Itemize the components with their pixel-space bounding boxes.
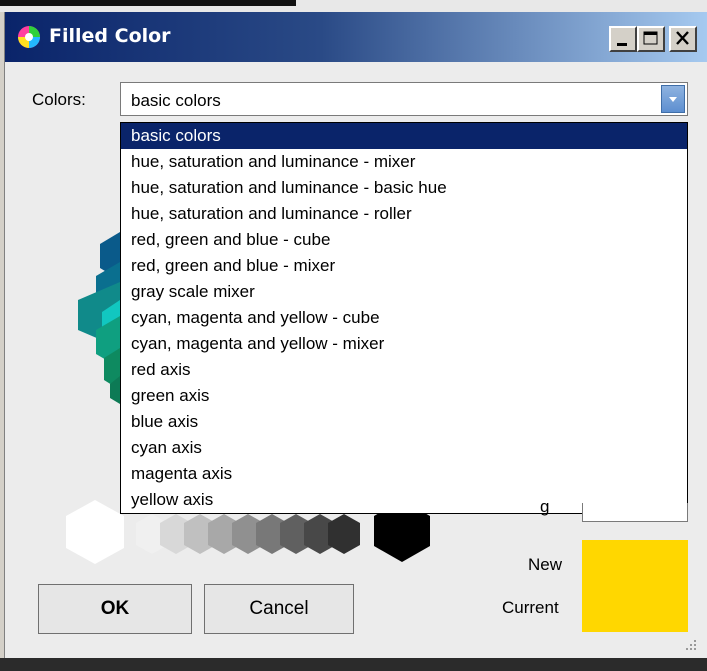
dropdown-option[interactable]: cyan, magenta and yellow - mixer xyxy=(121,331,687,357)
bottom-strip xyxy=(0,658,707,671)
dropdown-option[interactable]: hue, saturation and luminance - roller xyxy=(121,201,687,227)
cancel-button[interactable]: Cancel xyxy=(204,584,354,634)
partial-label: g xyxy=(540,497,550,516)
current-color-swatch xyxy=(582,580,688,632)
white-hex-swatch[interactable] xyxy=(66,500,124,564)
dropdown-option[interactable]: gray scale mixer xyxy=(121,279,687,305)
colors-dropdown-list: basic colors hue, saturation and luminan… xyxy=(120,122,688,514)
dropdown-option[interactable]: hue, saturation and luminance - mixer xyxy=(121,149,687,175)
resize-grip-icon[interactable] xyxy=(683,637,699,653)
new-color-label: New xyxy=(528,555,563,574)
dropdown-option[interactable]: red, green and blue - cube xyxy=(121,227,687,253)
dropdown-option[interactable]: cyan axis xyxy=(121,435,687,461)
dropdown-option[interactable]: green axis xyxy=(121,383,687,409)
dropdown-option[interactable]: basic colors xyxy=(121,123,687,149)
colors-label: Colors: xyxy=(32,90,86,109)
chevron-down-icon xyxy=(669,97,677,102)
dropdown-option[interactable]: cyan, magenta and yellow - cube xyxy=(121,305,687,331)
dropdown-option[interactable]: magenta axis xyxy=(121,461,687,487)
dropdown-arrow-button[interactable] xyxy=(661,85,685,113)
colors-select[interactable]: basic colors xyxy=(120,82,688,116)
dropdown-option[interactable]: blue axis xyxy=(121,409,687,435)
ok-button[interactable]: OK xyxy=(38,584,192,634)
dropdown-option[interactable]: hue, saturation and luminance - basic hu… xyxy=(121,175,687,201)
dropdown-option[interactable]: red, green and blue - mixer xyxy=(121,253,687,279)
colors-select-value: basic colors xyxy=(131,91,221,110)
dropdown-option[interactable]: red axis xyxy=(121,357,687,383)
partial-spinner-field[interactable] xyxy=(582,503,688,522)
current-color-label: Current xyxy=(502,598,559,617)
